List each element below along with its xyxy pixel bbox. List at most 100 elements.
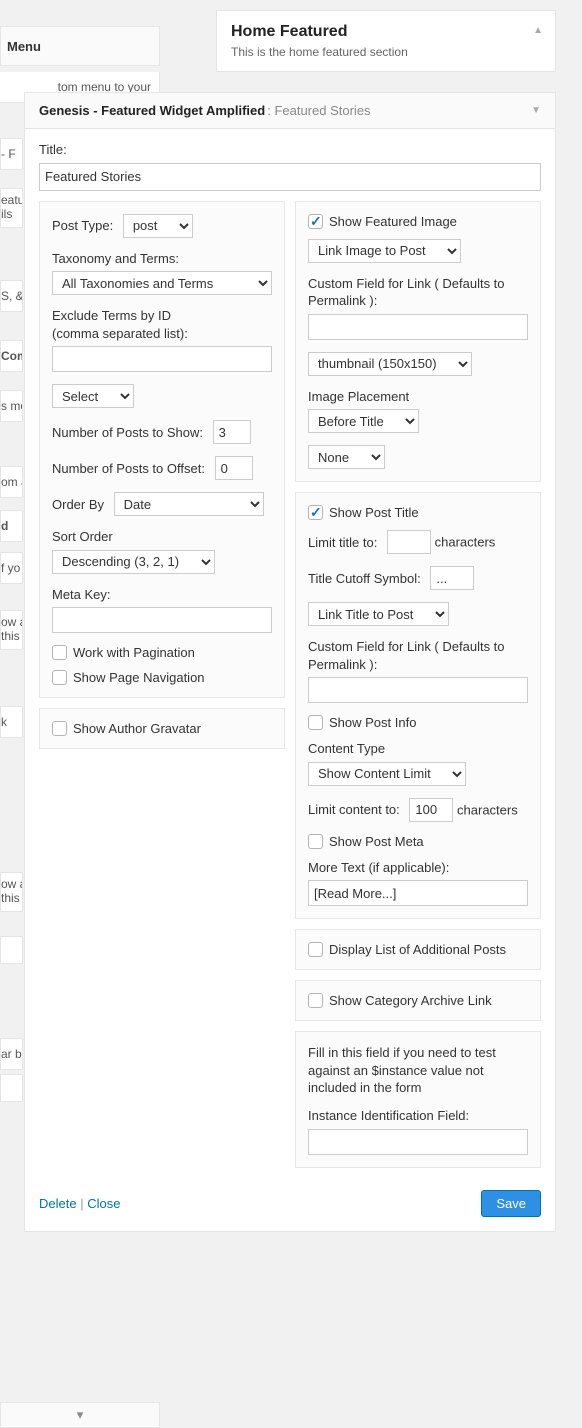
page-nav-checkbox[interactable]: [52, 670, 67, 685]
cf-link-label: Custom Field for Link ( Defaults to Perm…: [308, 275, 528, 310]
chevron-down-icon: ▾: [77, 1407, 84, 1423]
hf-desc: This is the home featured section: [231, 45, 541, 59]
num-show-input[interactable]: [213, 420, 251, 444]
content-type-select[interactable]: Show Content Limit: [308, 762, 466, 786]
fragment: - F: [0, 138, 23, 170]
hf-title: Home Featured: [231, 23, 541, 41]
limit-content-input[interactable]: [409, 798, 453, 822]
order-by-label: Order By: [52, 497, 104, 512]
cf-link2-input[interactable]: [308, 677, 528, 703]
save-button[interactable]: Save: [481, 1190, 541, 1217]
fragment-box[interactable]: [0, 1074, 23, 1102]
fragment: d: [0, 510, 23, 542]
fragment-box[interactable]: [0, 936, 23, 964]
archive-link-label: Show Category Archive Link: [329, 993, 492, 1008]
menu-box[interactable]: Menu: [0, 26, 160, 66]
fragment: Com: [0, 340, 23, 372]
fragment: s me: [0, 390, 23, 422]
num-show-label: Number of Posts to Show:: [52, 425, 203, 440]
exclude-input[interactable]: [52, 346, 272, 372]
exclude-select[interactable]: Select: [52, 384, 134, 408]
chevron-down-icon[interactable]: ▼: [531, 105, 541, 116]
image-placement-label: Image Placement: [308, 388, 528, 406]
gravatar-box: Show Author Gravatar: [39, 708, 285, 749]
widget-body: Title: Post Type: post Taxonomy and Term…: [25, 129, 555, 1180]
additional-posts-checkbox[interactable]: [308, 942, 323, 957]
title-input[interactable]: [39, 163, 541, 191]
left-column: Post Type: post Taxonomy and Terms: All …: [39, 201, 285, 1168]
fragment: ar b: [0, 1038, 23, 1070]
widget-panel: Genesis - Featured Widget Amplified: Fea…: [24, 92, 556, 1232]
title-label: Title:: [39, 141, 541, 159]
cf-link2-label: Custom Field for Link ( Defaults to Perm…: [308, 638, 528, 673]
show-title-label: Show Post Title: [329, 505, 419, 520]
show-image-label: Show Featured Image: [329, 214, 457, 229]
title-content-box: Show Post Title Limit title to: characte…: [295, 492, 541, 919]
show-post-meta-checkbox[interactable]: [308, 834, 323, 849]
taxonomy-select[interactable]: All Taxonomies and Terms: [52, 271, 272, 295]
fragment: ow athis: [0, 610, 23, 650]
gravatar-label: Show Author Gravatar: [73, 721, 201, 736]
cf-link-input[interactable]: [308, 314, 528, 340]
instance-label: Instance Identification Field:: [308, 1107, 528, 1125]
fragment: f yo: [0, 552, 23, 584]
post-type-select[interactable]: post: [123, 214, 193, 238]
instance-input[interactable]: [308, 1129, 528, 1155]
fragment: om a: [0, 466, 23, 498]
limit-content-label: Limit content to:: [308, 802, 400, 817]
delete-link[interactable]: Delete: [39, 1196, 77, 1211]
additional-posts-box: Display List of Additional Posts: [295, 929, 541, 970]
fragment: S, &: [0, 280, 23, 312]
archive-link-box: Show Category Archive Link: [295, 980, 541, 1021]
chevron-up-icon[interactable]: ▲: [533, 25, 543, 36]
pagination-checkbox[interactable]: [52, 645, 67, 660]
post-type-label: Post Type:: [52, 218, 113, 233]
image-box: Show Featured Image Link Image to Post C…: [295, 201, 541, 483]
instance-box: Fill in this field if you need to test a…: [295, 1031, 541, 1167]
meta-key-label: Meta Key:: [52, 586, 272, 604]
exclude-label: Exclude Terms by ID(comma separated list…: [52, 307, 272, 342]
gravatar-checkbox[interactable]: [52, 721, 67, 736]
sort-order-select[interactable]: Descending (3, 2, 1): [52, 550, 215, 574]
image-placement-select[interactable]: Before Title: [308, 409, 419, 433]
right-column: Show Featured Image Link Image to Post C…: [295, 201, 541, 1168]
query-box: Post Type: post Taxonomy and Terms: All …: [39, 201, 285, 699]
meta-key-input[interactable]: [52, 607, 272, 633]
pagination-label: Work with Pagination: [73, 645, 195, 660]
image-size-select[interactable]: thumbnail (150x150): [308, 352, 472, 376]
order-by-select[interactable]: Date: [114, 492, 264, 516]
num-offset-input[interactable]: [215, 456, 253, 480]
widget-header[interactable]: Genesis - Featured Widget Amplified: Fea…: [25, 93, 555, 129]
show-image-checkbox[interactable]: [308, 214, 323, 229]
menu-label: Menu: [7, 39, 41, 54]
fragment: k: [0, 706, 23, 738]
none-select[interactable]: None: [308, 445, 385, 469]
additional-posts-label: Display List of Additional Posts: [329, 942, 506, 957]
show-post-info-label: Show Post Info: [329, 715, 416, 730]
close-link[interactable]: Close: [87, 1196, 120, 1211]
home-featured-header[interactable]: Home Featured This is the home featured …: [216, 10, 556, 72]
taxonomy-label: Taxonomy and Terms:: [52, 250, 272, 268]
characters-label-2: characters: [457, 802, 518, 817]
fragment: eatuils: [0, 188, 23, 228]
dropdown-fragment[interactable]: ▾: [0, 1402, 160, 1428]
archive-link-checkbox[interactable]: [308, 993, 323, 1008]
widget-name: Genesis - Featured Widget Amplified: [39, 103, 265, 118]
characters-label: characters: [435, 535, 496, 550]
show-title-checkbox[interactable]: [308, 505, 323, 520]
more-text-input[interactable]: [308, 880, 528, 906]
limit-title-label: Limit title to:: [308, 535, 377, 550]
content-type-label: Content Type: [308, 740, 528, 758]
cutoff-input[interactable]: [430, 566, 474, 590]
widget-footer: Delete | Close Save: [25, 1180, 555, 1231]
show-post-info-checkbox[interactable]: [308, 715, 323, 730]
show-post-meta-label: Show Post Meta: [329, 834, 424, 849]
fragment: ow athis: [0, 872, 23, 912]
link-title-select[interactable]: Link Title to Post: [308, 602, 449, 626]
link-image-select[interactable]: Link Image to Post: [308, 239, 461, 263]
limit-title-input[interactable]: [387, 530, 431, 554]
widget-sub: : Featured Stories: [267, 103, 370, 118]
num-offset-label: Number of Posts to Offset:: [52, 461, 205, 476]
sort-order-label: Sort Order: [52, 528, 272, 546]
cutoff-label: Title Cutoff Symbol:: [308, 571, 421, 586]
